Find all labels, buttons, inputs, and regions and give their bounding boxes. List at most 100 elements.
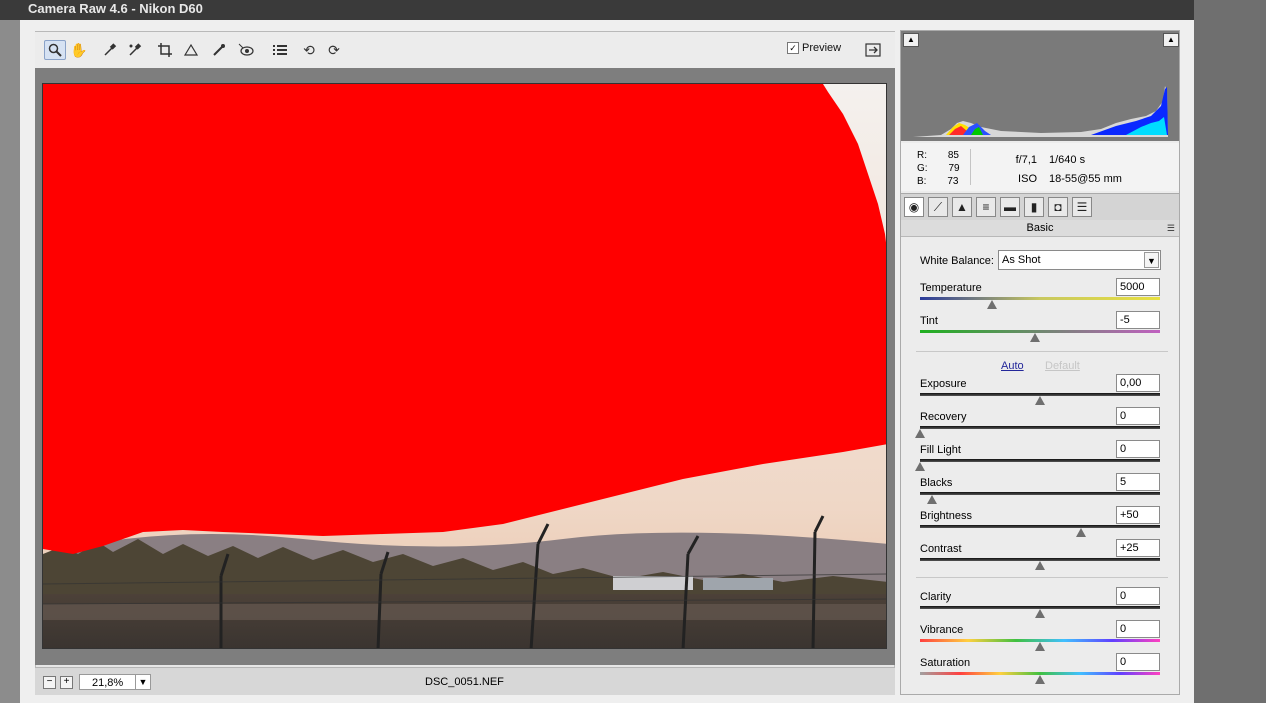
preview-checkbox[interactable]: ✓ <box>787 42 799 54</box>
zoom-level-value: 21,8% <box>92 677 124 689</box>
clarity-label: Clarity <box>920 591 952 603</box>
panel-menu-icon[interactable]: ☰ <box>1167 220 1175 236</box>
recovery-slider-row: Recovery 0 <box>915 407 1163 443</box>
temperature-label: Temperature <box>920 282 982 294</box>
fill-light-thumb[interactable] <box>915 462 925 471</box>
tint-label: Tint <box>920 315 938 327</box>
exposure-slider-row: Exposure 0,00 <box>918 374 1163 410</box>
tab-hsl-icon[interactable]: ≡ <box>976 197 996 217</box>
tab-detail-icon[interactable]: ▲ <box>952 197 972 217</box>
filename: DSC_0051.NEF <box>425 676 504 688</box>
color-sampler-tool-icon[interactable] <box>124 40 146 60</box>
white-balance-value: As Shot <box>1002 254 1041 266</box>
tab-presets-icon[interactable]: ☰ <box>1072 197 1092 217</box>
vibrance-thumb[interactable] <box>1035 642 1045 651</box>
brightness-label: Brightness <box>920 510 972 522</box>
brightness-thumb[interactable] <box>1075 528 1086 537</box>
clarity-thumb[interactable] <box>1035 609 1045 618</box>
panel-header: Basic ☰ <box>901 220 1179 237</box>
panel-tabs: ◉ ⟋ ▲ ≡ ▬ ▮ ◘ ☰ <box>901 193 1179 221</box>
b-value: 73 <box>947 176 959 187</box>
fullscreen-toggle-icon[interactable] <box>862 40 884 60</box>
retouch-tool-icon[interactable] <box>208 40 230 60</box>
recovery-track[interactable] <box>920 426 1160 429</box>
blacks-slider-row: Blacks 5 <box>918 473 1163 509</box>
vibrance-label: Vibrance <box>920 624 964 636</box>
b-label: B: <box>917 176 927 187</box>
tint-input[interactable]: -5 <box>1116 311 1160 329</box>
saturation-input[interactable]: 0 <box>1116 653 1160 671</box>
divider <box>916 577 1168 578</box>
temperature-input[interactable]: 5000 <box>1116 278 1160 296</box>
chevron-down-icon[interactable]: ▼ <box>135 675 150 689</box>
auto-button[interactable]: Auto <box>1001 360 1024 372</box>
tint-slider-row: Tint -5 <box>918 311 1163 347</box>
exposure-thumb[interactable] <box>1035 396 1045 405</box>
saturation-label: Saturation <box>920 657 971 669</box>
preview-label: Preview <box>802 42 842 54</box>
window-title: Camera Raw 4.6 - Nikon D60 <box>0 0 1194 20</box>
contrast-label: Contrast <box>920 543 962 555</box>
desktop-background <box>1194 0 1266 703</box>
white-balance-select[interactable]: As Shot ▼ <box>998 250 1161 270</box>
default-button[interactable]: Default <box>1045 360 1080 372</box>
white-balance-tool-icon[interactable] <box>99 40 121 60</box>
straighten-tool-icon[interactable] <box>180 40 202 60</box>
brightness-slider-row: Brightness +50 <box>918 506 1163 542</box>
clarity-input[interactable]: 0 <box>1116 587 1160 605</box>
panel-title: Basic <box>1026 222 1054 234</box>
tab-camera-calibration-icon[interactable]: ◘ <box>1048 197 1068 217</box>
contrast-input[interactable]: +25 <box>1116 539 1160 557</box>
saturation-thumb[interactable] <box>1035 675 1045 684</box>
recovery-thumb[interactable] <box>915 429 925 438</box>
zoom-in-button[interactable]: + <box>60 676 73 689</box>
vibrance-input[interactable]: 0 <box>1116 620 1160 638</box>
chevron-down-icon[interactable]: ▼ <box>1144 252 1159 268</box>
red-eye-removal-icon[interactable] <box>235 40 257 60</box>
clarity-slider-row: Clarity 0 <box>918 587 1163 623</box>
preview-toggle[interactable]: ✓ Preview <box>787 42 841 54</box>
pixel-info-panel: R:85 G:79 B:73 f/7,11/640 s ISO 160018-5… <box>901 143 1179 204</box>
contrast-thumb[interactable] <box>1035 561 1045 570</box>
blacks-input[interactable]: 5 <box>1116 473 1160 491</box>
zoom-out-button[interactable]: − <box>43 676 56 689</box>
exposure-input[interactable]: 0,00 <box>1116 374 1160 392</box>
hand-tool-icon[interactable]: ✋ <box>68 40 90 60</box>
white-balance-label: White Balance: <box>920 255 994 267</box>
zoom-tool-icon[interactable] <box>44 40 66 60</box>
rotate-right-icon[interactable]: ⟳ <box>323 40 345 60</box>
blacks-thumb[interactable] <box>927 495 937 504</box>
rotate-left-icon[interactable]: ⟲ <box>298 40 320 60</box>
g-label: G: <box>917 163 928 174</box>
crop-tool-icon[interactable] <box>154 40 176 60</box>
histogram: ▲ ▲ <box>901 31 1179 141</box>
zoom-level-select[interactable]: 21,8% ▼ <box>79 674 151 690</box>
exposure-label: Exposure <box>920 378 967 390</box>
r-label: R: <box>917 150 927 161</box>
photo-render <box>43 84 886 648</box>
tab-basic-icon[interactable]: ◉ <box>904 197 924 217</box>
recovery-input[interactable]: 0 <box>1116 407 1160 425</box>
tint-thumb[interactable] <box>1030 333 1041 342</box>
blacks-label: Blacks <box>920 477 953 489</box>
tab-split-toning-icon[interactable]: ▬ <box>1000 197 1020 217</box>
fill-light-slider-row: Fill Light 0 <box>915 440 1163 476</box>
recovery-label: Recovery <box>920 411 967 423</box>
tab-tone-curve-icon[interactable]: ⟋ <box>928 197 948 217</box>
temperature-track[interactable] <box>920 297 1160 300</box>
blacks-track[interactable] <box>920 492 1160 495</box>
image-preview[interactable] <box>42 83 887 649</box>
toolbar: ✋ ⟲ ⟳ ✓ Preview <box>35 32 895 68</box>
brightness-input[interactable]: +50 <box>1116 506 1160 524</box>
brightness-track[interactable] <box>920 525 1160 528</box>
temperature-slider-row: Temperature 5000 <box>918 278 1163 314</box>
r-value: 85 <box>947 150 959 161</box>
temperature-thumb[interactable] <box>987 300 997 309</box>
status-bar: − + 21,8% ▼ DSC_0051.NEF <box>35 667 895 695</box>
tab-lens-corrections-icon[interactable]: ▮ <box>1024 197 1044 217</box>
preferences-icon[interactable] <box>269 40 291 60</box>
fill-light-input[interactable]: 0 <box>1116 440 1160 458</box>
g-value: 79 <box>948 163 960 174</box>
aperture: f/7,1 <box>1015 154 1037 166</box>
fill-light-track[interactable] <box>920 459 1160 462</box>
